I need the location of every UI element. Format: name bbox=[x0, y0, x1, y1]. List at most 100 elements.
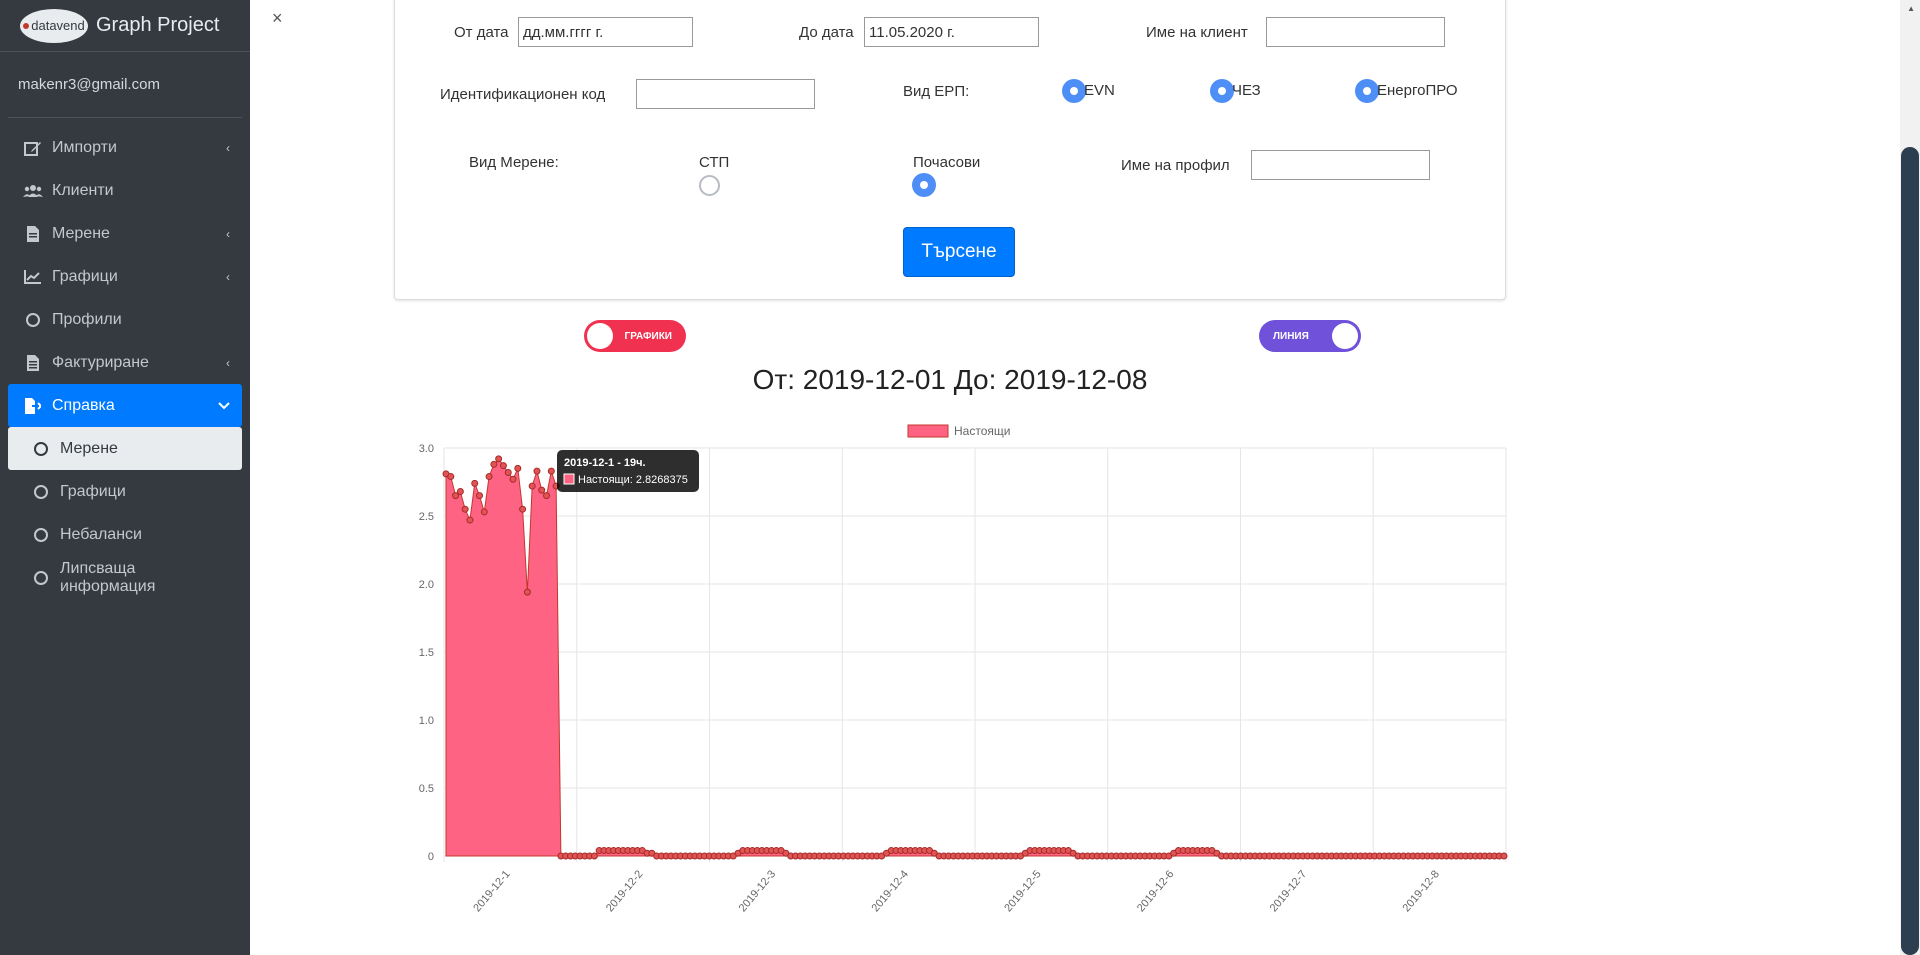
from-date-input[interactable] bbox=[518, 17, 693, 47]
file-icon bbox=[22, 225, 44, 242]
y-tick-label: 0 bbox=[428, 851, 434, 863]
y-axis-ticks: 3.0 2.5 2.0 1.5 1.0 0.5 0 bbox=[419, 443, 434, 863]
subnav-item-charts[interactable]: Графици bbox=[8, 470, 242, 513]
circle-icon bbox=[30, 570, 52, 585]
close-icon[interactable]: × bbox=[272, 8, 283, 29]
brand[interactable]: datavend Graph Project bbox=[0, 0, 250, 52]
user-email[interactable]: makenr3@gmail.com bbox=[8, 52, 242, 118]
erp-type-label: Вид ЕРП: bbox=[903, 83, 970, 100]
data-point bbox=[590, 852, 598, 860]
data-point bbox=[485, 473, 493, 481]
sidebar-item-charts[interactable]: Графици ‹ bbox=[8, 255, 242, 298]
data-point bbox=[528, 482, 536, 490]
search-button[interactable]: Търсене bbox=[903, 227, 1015, 277]
profile-name-input[interactable] bbox=[1251, 150, 1430, 180]
x-tick-label: 2019-12-8 bbox=[1400, 868, 1441, 914]
data-point bbox=[504, 468, 512, 476]
x-tick-label: 2019-12-4 bbox=[869, 868, 910, 914]
subnav-item-measurement[interactable]: Мерене bbox=[8, 427, 242, 470]
id-code-label: Идентификационен код bbox=[440, 86, 606, 103]
chevron-left-icon: ‹ bbox=[226, 140, 230, 155]
toggle-knob bbox=[1332, 323, 1358, 349]
sidebar-item-clients[interactable]: Клиенти bbox=[8, 169, 242, 212]
circle-icon bbox=[22, 312, 44, 327]
y-tick-label: 2.0 bbox=[419, 579, 434, 591]
measure-type-label: Вид Мерене: bbox=[469, 154, 559, 171]
sidebar-item-report[interactable]: Справка bbox=[8, 384, 242, 427]
chart-grid bbox=[443, 447, 1507, 862]
id-code-input[interactable] bbox=[636, 79, 815, 109]
y-tick-label: 0.5 bbox=[419, 783, 434, 795]
chart-title: От: 2019-12-01 До: 2019-12-08 bbox=[752, 364, 1148, 395]
data-point bbox=[447, 473, 455, 481]
data-point bbox=[490, 460, 498, 468]
tooltip-swatch bbox=[563, 473, 575, 485]
scrollbar-thumb[interactable] bbox=[1901, 147, 1919, 955]
charts-toggle[interactable]: ГРАФИКИ bbox=[584, 320, 686, 352]
data-point bbox=[1500, 852, 1508, 860]
measure-radio-hourly[interactable] bbox=[912, 173, 936, 197]
data-point bbox=[543, 492, 551, 500]
data-point bbox=[538, 486, 546, 494]
chevron-down-icon bbox=[218, 399, 230, 413]
sidebar-item-invoicing[interactable]: Фактуриране ‹ bbox=[8, 341, 242, 384]
measure-option-label: Почасови bbox=[913, 154, 981, 171]
edit-icon bbox=[22, 140, 44, 156]
y-tick-label: 1.0 bbox=[419, 715, 434, 727]
sidebar-item-label: Импорти bbox=[52, 138, 117, 156]
sidebar-item-label: Мерене bbox=[52, 224, 110, 242]
legend-swatch bbox=[907, 424, 949, 438]
x-axis-ticks: 2019-12-1 2019-12-2 2019-12-3 2019-12-4 2019… bbox=[471, 868, 1442, 914]
tooltip-body: Настоящи: 2.8268375 bbox=[578, 474, 688, 486]
x-tick-label: 2019-12-6 bbox=[1135, 868, 1176, 914]
chart-legend[interactable]: Настоящи bbox=[907, 424, 1010, 438]
brand-logo: datavend bbox=[20, 8, 88, 43]
data-point bbox=[523, 588, 531, 596]
data-point bbox=[456, 488, 464, 496]
subnav-item-label: Графици bbox=[60, 482, 126, 500]
to-date-input[interactable] bbox=[864, 17, 1039, 47]
toggle-label: ЛИНИЯ bbox=[1273, 330, 1309, 342]
x-tick-label: 2019-12-7 bbox=[1268, 868, 1309, 914]
report-submenu: Мерене Графици Небаланси Липсваща информ… bbox=[8, 427, 242, 599]
client-name-input[interactable] bbox=[1266, 17, 1445, 47]
sidebar-nav: Импорти ‹ Клиенти Мерене ‹ Графици ‹ Про… bbox=[0, 118, 250, 599]
scroll-up-icon[interactable]: ▲ bbox=[1907, 4, 1915, 13]
erp-radio-evn[interactable] bbox=[1062, 79, 1086, 103]
brand-title: Graph Project bbox=[96, 14, 220, 36]
logo-dot-icon bbox=[23, 22, 30, 29]
to-date-label: До дата bbox=[799, 24, 854, 41]
data-point bbox=[476, 492, 484, 500]
measure-radio-stp[interactable] bbox=[699, 175, 720, 196]
circle-icon bbox=[30, 527, 52, 542]
client-name-label: Име на клиент bbox=[1146, 24, 1248, 41]
data-point bbox=[547, 467, 555, 475]
sidebar: datavend Graph Project makenr3@gmail.com… bbox=[0, 0, 250, 955]
chevron-left-icon: ‹ bbox=[226, 226, 230, 241]
sidebar-item-imports[interactable]: Импорти ‹ bbox=[8, 126, 242, 169]
sidebar-item-label: Фактуриране bbox=[52, 353, 149, 371]
sidebar-item-label: Графици bbox=[52, 267, 118, 285]
x-tick-label: 2019-12-5 bbox=[1002, 868, 1043, 914]
subnav-item-missing-info[interactable]: Липсваща информация bbox=[8, 556, 242, 599]
erp-radio-energopro[interactable] bbox=[1355, 79, 1379, 103]
line-toggle[interactable]: ЛИНИЯ bbox=[1259, 320, 1361, 352]
sidebar-item-profiles[interactable]: Профили bbox=[8, 298, 242, 341]
sidebar-item-measurement[interactable]: Мерене ‹ bbox=[8, 212, 242, 255]
toggle-knob bbox=[587, 323, 613, 349]
erp-radio-cez[interactable] bbox=[1210, 79, 1234, 103]
profile-name-label: Име на профил bbox=[1121, 157, 1230, 174]
tooltip-title: 2019-12-1 - 19ч. bbox=[564, 457, 646, 469]
y-tick-label: 1.5 bbox=[419, 647, 434, 659]
users-icon bbox=[22, 184, 44, 198]
data-point bbox=[509, 475, 517, 483]
data-point bbox=[495, 455, 503, 463]
sidebar-item-label: Профили bbox=[52, 310, 122, 328]
subnav-item-imbalances[interactable]: Небаланси bbox=[8, 513, 242, 556]
y-tick-label: 3.0 bbox=[419, 443, 434, 455]
invoice-icon bbox=[22, 354, 44, 371]
circle-icon bbox=[30, 484, 52, 499]
x-tick-label: 2019-12-1 bbox=[471, 868, 512, 914]
subnav-item-label: Небаланси bbox=[60, 525, 142, 543]
erp-option-label: EVN bbox=[1084, 82, 1115, 99]
